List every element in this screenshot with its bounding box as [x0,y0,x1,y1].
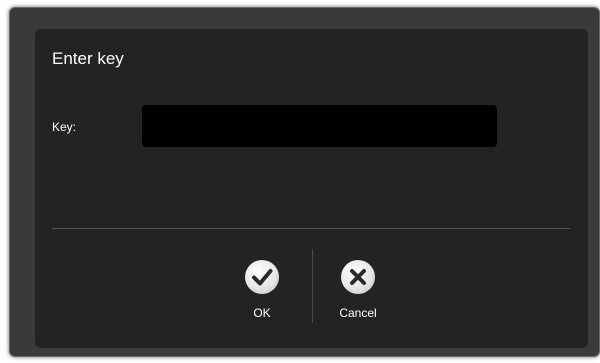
checkmark-icon [245,260,279,294]
ok-button[interactable]: OK [227,255,297,325]
cancel-label: Cancel [339,306,377,320]
dialog-title: Enter key [52,49,124,68]
key-label: Key: [52,120,77,134]
cancel-button[interactable]: Cancel [323,255,393,325]
divider [52,228,570,229]
dialog-panel: Enter key Key: OK Cancel [35,29,588,348]
button-separator [312,249,313,323]
key-input[interactable] [142,105,497,147]
close-icon [341,260,375,294]
ok-label: OK [253,306,271,320]
dialog-frame: Enter key Key: OK Cancel [9,7,600,357]
